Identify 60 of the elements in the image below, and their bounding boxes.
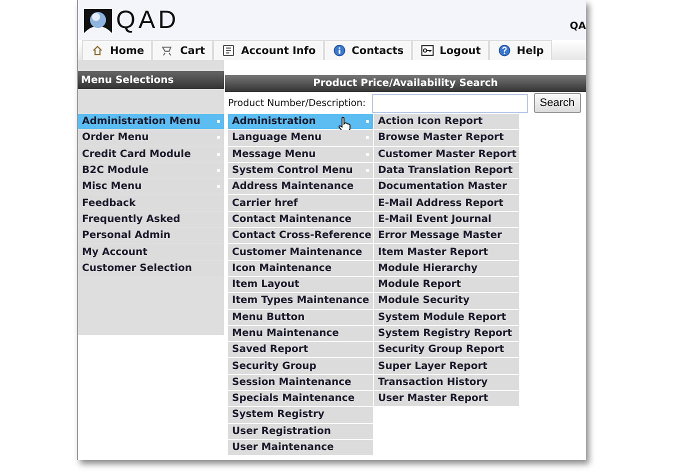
menu-item[interactable]: Message Menu xyxy=(228,146,373,162)
logo-text: QAD xyxy=(116,6,180,35)
menu-item[interactable]: Security Group Report xyxy=(374,342,519,358)
menu-item[interactable]: User Master Report xyxy=(374,391,519,406)
help-icon xyxy=(498,44,511,57)
sidebar-title: Menu Selections xyxy=(78,71,224,89)
menu-item[interactable]: Address Maintenance xyxy=(228,179,373,194)
search-button[interactable]: Search xyxy=(534,93,581,113)
nav-tab[interactable]: Help xyxy=(488,40,552,60)
nav-tab[interactable]: Home xyxy=(82,40,152,60)
menu-item[interactable]: Module Hierarchy xyxy=(374,260,519,276)
nav-tab[interactable]: Logout xyxy=(412,40,489,60)
menu-item[interactable]: User Registration xyxy=(228,424,373,439)
menu-item[interactable]: Session Maintenance xyxy=(228,374,373,390)
menu-item[interactable]: Saved Report xyxy=(228,342,373,358)
home-icon xyxy=(91,44,104,57)
menu-item[interactable]: E-Mail Event Journal xyxy=(374,212,519,228)
key-icon xyxy=(420,44,434,57)
panel-title: Product Price/Availability Search xyxy=(225,75,586,92)
menu-item[interactable]: Menu Maintenance xyxy=(228,326,373,342)
field-label: Product Number/Description: xyxy=(228,98,366,108)
search-field[interactable] xyxy=(372,94,528,112)
menu-item[interactable]: System Registry Report xyxy=(374,326,519,342)
cart-icon xyxy=(161,44,174,57)
menu-item[interactable]: Customer Master Report xyxy=(374,146,519,162)
nav-tab[interactable]: Cart xyxy=(152,40,214,60)
menu-item[interactable]: Contact Maintenance xyxy=(228,212,373,228)
menu-item[interactable]: Icon Maintenance xyxy=(228,260,373,276)
menu-item[interactable]: Module Security xyxy=(374,293,519,309)
menu-item[interactable]: Specials Maintenance xyxy=(228,391,373,406)
menu-item[interactable]: Contact Cross-Reference xyxy=(228,228,373,244)
menu-item[interactable]: Item Master Report xyxy=(374,244,519,260)
menu-item[interactable]: Transaction History xyxy=(374,374,519,390)
menu-item[interactable]: Error Message Master xyxy=(374,228,519,244)
menu-item[interactable]: System Control Menu xyxy=(228,162,373,178)
logo-icon xyxy=(84,8,112,32)
menu-item[interactable]: Data Translation Report xyxy=(374,162,519,178)
menu-item[interactable]: Super Layer Report xyxy=(374,358,519,374)
menu-item[interactable]: Language Menu xyxy=(228,130,373,146)
document-icon xyxy=(222,44,236,57)
menu-item[interactable]: E-Mail Address Report xyxy=(374,195,519,211)
menu-item[interactable]: System Registry xyxy=(228,407,373,423)
menu-item[interactable]: Module Report xyxy=(374,276,519,292)
nav-tab[interactable]: Account Info xyxy=(213,40,324,60)
nav-tab[interactable]: Contacts xyxy=(324,40,412,60)
info-icon xyxy=(332,44,346,57)
menu-item[interactable]: Security Group xyxy=(228,358,373,374)
menu-item[interactable]: Administration Menu xyxy=(78,114,224,130)
menu-item[interactable]: Documentation Master xyxy=(374,179,519,194)
menu-item[interactable]: System Module Report xyxy=(374,310,519,325)
menu-item[interactable]: User Maintenance xyxy=(228,440,373,456)
menu-item[interactable]: Action Icon Report xyxy=(374,114,519,130)
menu-item[interactable]: Item Layout xyxy=(228,276,373,292)
menu-item[interactable]: Customer Maintenance xyxy=(228,244,373,260)
menu-item[interactable]: Administration xyxy=(228,114,373,130)
user-text: QA xyxy=(570,21,586,32)
menu-item[interactable]: Browse Master Report xyxy=(374,130,519,146)
menu-item[interactable]: Item Types Maintenance xyxy=(228,293,373,309)
menu-item[interactable]: Carrier href xyxy=(228,195,373,211)
menu-item[interactable]: Menu Button xyxy=(228,310,373,325)
